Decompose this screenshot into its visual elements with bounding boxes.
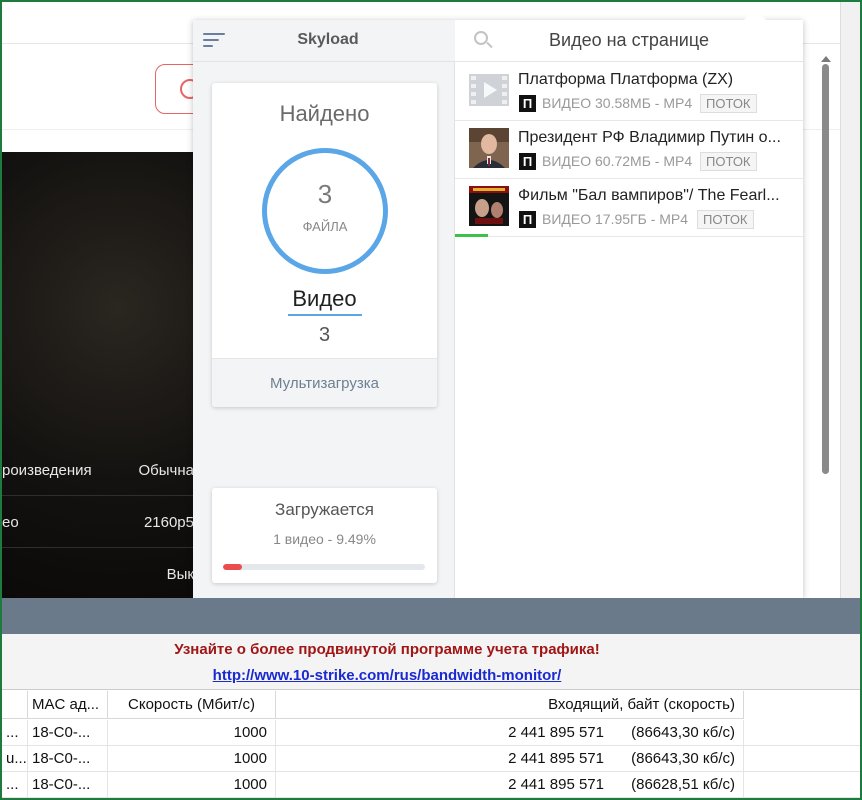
promo-text: Узнайте о более продвинутой программе уч… xyxy=(174,641,600,658)
video-title: Платформа Платформа (ZX) xyxy=(518,71,734,88)
menu-icon[interactable] xyxy=(203,31,227,51)
video-placeholder-icon xyxy=(469,70,509,110)
background-scrollbar[interactable] xyxy=(840,2,860,598)
video-list-panel: Видео на странице Платформа Платформа (Z… xyxy=(455,20,803,598)
download-progress-bar xyxy=(223,564,425,570)
column-header-incoming[interactable]: Входящий, байт (скорость) xyxy=(276,691,744,719)
video-meta-text: ВИДЕО 30.58МБ - MP4 xyxy=(542,95,693,111)
found-title: Найдено xyxy=(279,101,370,126)
player-setting-row[interactable]: роизведения Обычна xyxy=(2,448,194,496)
video-meta-text: ВИДЕО 17.95ГБ - MP4 xyxy=(542,211,689,227)
player-setting-value: Обычна xyxy=(138,462,194,479)
table-cell: 18-C0-... xyxy=(28,720,108,746)
download-status-title: Загружается xyxy=(275,500,374,519)
found-count-label: ФАЙЛА xyxy=(302,219,348,234)
column-header[interactable] xyxy=(2,691,28,719)
popup-header: Skyload xyxy=(193,20,455,62)
download-status-card[interactable]: Загружается 1 видео - 9.49% xyxy=(212,488,437,583)
found-card: Найдено 3 ФАЙЛА Видео 3 Мультизагрузка xyxy=(212,83,437,407)
portrait-thumbnail xyxy=(469,128,509,168)
media-type-count: 3 xyxy=(318,324,331,346)
player-setting-label: роизведения xyxy=(2,462,92,479)
video-list-item[interactable]: Платформа Платформа (ZX) П ВИДЕО 30.58МБ… xyxy=(455,63,803,121)
video-list-scrollbar[interactable] xyxy=(820,56,832,484)
table-row[interactable]: ... 18-C0-... 1000 2 441 895 571 (86628,… xyxy=(2,772,860,798)
table-cell: u... xyxy=(2,746,28,772)
stream-button[interactable]: ПОТОК xyxy=(700,94,757,113)
table-row[interactable]: u... 18-C0-... 1000 2 441 895 571 (86643… xyxy=(2,746,860,772)
table-cell: 2 441 895 571 xyxy=(508,776,604,793)
video-title: Фильм "Бал вампиров"/ The Fearl... xyxy=(518,187,780,204)
table-cell: ... xyxy=(2,772,28,798)
app-toolbar-strip xyxy=(2,598,860,634)
table-cell: (86628,51 кб/с) xyxy=(608,772,744,798)
skyload-popup: Skyload Найдено 3 ФАЙЛА Видео 3 Мультиза… xyxy=(193,20,803,598)
traffic-table: MAC ад... Скорость (Мбит/с) Входящий, ба… xyxy=(2,691,860,798)
source-badge-icon: П xyxy=(519,153,536,170)
player-setting-value: Вык xyxy=(166,566,194,583)
column-header-mac[interactable]: MAC ад... xyxy=(28,691,108,719)
movie-poster-thumbnail xyxy=(469,186,509,226)
video-title: Президент РФ Владимир Путин о... xyxy=(518,129,781,146)
scroll-up-arrow-icon[interactable] xyxy=(821,56,831,62)
promo-banner: Узнайте о более продвинутой программе уч… xyxy=(2,634,860,690)
player-setting-row[interactable]: Вык xyxy=(2,552,194,600)
player-setting-row[interactable]: ео 2160р5 xyxy=(2,500,194,548)
search-icon[interactable] xyxy=(474,31,494,51)
source-badge-icon: П xyxy=(519,95,536,112)
video-meta-text: ВИДЕО 60.72МБ - MP4 xyxy=(542,153,693,169)
video-download-progress xyxy=(455,234,489,237)
source-badge-icon: П xyxy=(519,211,536,228)
table-cell: 1000 xyxy=(108,720,276,746)
video-list-header: Видео на странице xyxy=(455,20,803,62)
stream-button[interactable]: ПОТОК xyxy=(700,152,757,171)
player-setting-label: ео xyxy=(2,514,19,531)
player-setting-value: 2160р5 xyxy=(143,514,194,531)
background-video-player[interactable]: роизведения Обычна ео 2160р5 Вык xyxy=(2,152,194,598)
column-header-speed[interactable]: Скорость (Мбит/с) xyxy=(108,691,276,719)
video-list-title: Видео на странице xyxy=(549,30,709,50)
download-status-subtitle: 1 видео - 9.49% xyxy=(273,531,376,547)
found-count: 3 xyxy=(317,179,333,209)
table-cell: ... xyxy=(2,720,28,746)
video-list-item[interactable]: Президент РФ Владимир Путин о... П ВИДЕО… xyxy=(455,121,803,179)
scroll-thumb[interactable] xyxy=(822,64,829,474)
popup-pointer-arrow xyxy=(744,9,766,20)
multi-download-button[interactable]: Мультизагрузка xyxy=(212,358,437,407)
app-brand: Skyload xyxy=(297,31,359,48)
table-row[interactable]: ... 18-C0-... 1000 2 441 895 571 (86643,… xyxy=(2,720,860,746)
table-cell: 2 441 895 571 xyxy=(508,724,604,741)
table-cell: 1000 xyxy=(108,772,276,798)
download-progress-fill xyxy=(223,564,243,570)
found-count-ring: 3 ФАЙЛА xyxy=(262,148,388,274)
table-cell: 18-C0-... xyxy=(28,746,108,772)
media-type-tab[interactable]: Видео xyxy=(212,286,437,312)
stream-button[interactable]: ПОТОК xyxy=(697,210,754,229)
promo-link[interactable]: http://www.10-strike.com/rus/bandwidth-m… xyxy=(2,667,772,684)
table-cell: 18-C0-... xyxy=(28,772,108,798)
media-type-underline xyxy=(288,314,362,316)
table-cell: (86643,30 кб/с) xyxy=(608,720,744,746)
table-cell: (86643,30 кб/с) xyxy=(608,746,744,772)
table-cell: 1000 xyxy=(108,746,276,772)
summary-panel: Skyload Найдено 3 ФАЙЛА Видео 3 Мультиза… xyxy=(193,20,455,598)
table-cell: 2 441 895 571 xyxy=(508,750,604,767)
video-list-item[interactable]: Фильм "Бал вампиров"/ The Fearl... П ВИД… xyxy=(455,179,803,237)
